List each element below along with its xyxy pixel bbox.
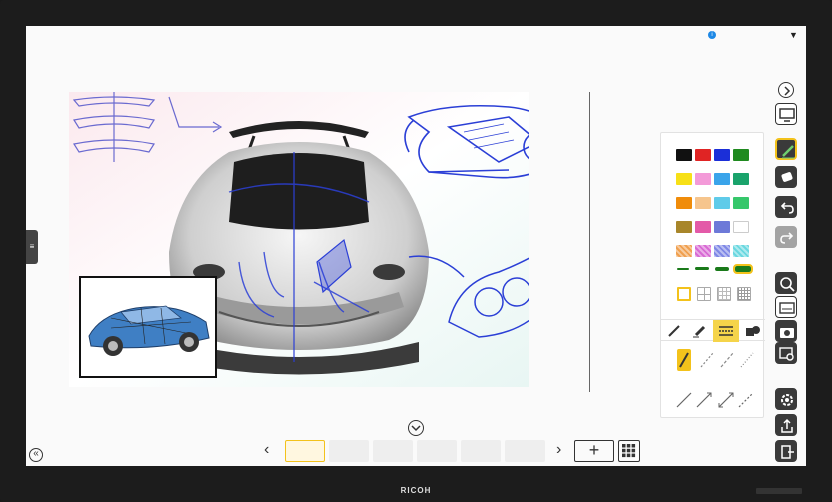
thickness-option-1[interactable] xyxy=(677,268,689,270)
color-swatch[interactable] xyxy=(695,173,711,185)
color-swatch[interactable] xyxy=(714,173,730,185)
page-thumbnail[interactable] xyxy=(505,440,545,462)
pen-style-row xyxy=(675,347,755,373)
color-swatch[interactable] xyxy=(695,149,711,161)
tool-tabs xyxy=(661,319,765,342)
engine-cutaway-inset[interactable] xyxy=(79,276,217,378)
pen-settings-palette xyxy=(660,132,765,418)
display-icon[interactable] xyxy=(775,103,797,125)
add-page-button[interactable]: + xyxy=(574,440,614,462)
zoom-icon[interactable] xyxy=(775,272,797,294)
color-swatch[interactable] xyxy=(676,173,692,185)
thickness-option-4[interactable] xyxy=(733,264,753,274)
page-thumbnail[interactable] xyxy=(285,440,325,462)
color-swatch[interactable] xyxy=(714,245,730,257)
undo-icon[interactable] xyxy=(775,196,797,218)
thickness-option-3[interactable] xyxy=(715,267,729,271)
pattern-grid-fine[interactable] xyxy=(737,287,751,301)
share-icon[interactable] xyxy=(775,414,797,436)
page-thumbnail[interactable] xyxy=(329,440,369,462)
pen-tool-icon[interactable] xyxy=(661,320,687,342)
info-icon[interactable]: i xyxy=(708,31,716,39)
pattern-solid[interactable] xyxy=(677,287,691,301)
pen-style-4[interactable] xyxy=(740,352,754,368)
arrow-style-1[interactable] xyxy=(676,392,692,408)
arrow-style-4[interactable] xyxy=(738,392,754,408)
whiteboard-screen: i ▼ ≡ ‹ › + « xyxy=(26,26,806,466)
pen-style-3[interactable] xyxy=(720,352,734,368)
color-swatch[interactable] xyxy=(676,221,692,233)
color-swatch[interactable] xyxy=(695,245,711,257)
color-swatch[interactable] xyxy=(714,221,730,233)
color-swatch[interactable] xyxy=(733,197,749,209)
color-swatch[interactable] xyxy=(733,245,749,257)
line-thickness-row xyxy=(675,264,753,275)
color-swatch[interactable] xyxy=(676,149,692,161)
marker-tool-icon[interactable] xyxy=(687,320,713,342)
engine-cutaway-image xyxy=(81,278,215,376)
left-panel-handle[interactable]: ≡ xyxy=(26,230,38,264)
redo-icon[interactable] xyxy=(775,226,797,248)
pen-icon[interactable] xyxy=(775,138,797,160)
pen-style-2[interactable] xyxy=(700,352,714,368)
thickness-option-2[interactable] xyxy=(695,267,709,270)
color-swatch[interactable] xyxy=(695,197,711,209)
line-style-icon[interactable] xyxy=(713,320,739,342)
prev-page-icon[interactable]: ‹ xyxy=(264,442,269,458)
color-swatch[interactable] xyxy=(733,149,749,161)
color-swatch[interactable] xyxy=(733,221,749,233)
right-toolbar xyxy=(775,76,799,466)
color-swatch[interactable] xyxy=(676,197,692,209)
page-thumbnail[interactable] xyxy=(461,440,501,462)
capture-icon[interactable] xyxy=(775,342,797,364)
settings-icon[interactable] xyxy=(775,388,797,410)
arrow-style-3[interactable] xyxy=(718,392,734,408)
canvas-divider xyxy=(589,92,590,392)
page-navigation-bar: ‹ › + xyxy=(26,434,806,466)
screenshot-icon[interactable] xyxy=(775,296,797,318)
collapse-icon[interactable] xyxy=(778,82,794,98)
color-swatch[interactable] xyxy=(733,173,749,185)
page-grid-icon[interactable] xyxy=(618,440,640,462)
shape-tool-icon[interactable] xyxy=(739,320,765,342)
bezel-ports xyxy=(756,488,802,494)
color-swatch[interactable] xyxy=(714,197,730,209)
color-swatch[interactable] xyxy=(695,221,711,233)
pattern-grid-small[interactable] xyxy=(697,287,711,301)
eraser-icon[interactable] xyxy=(775,166,797,188)
page-thumbnail[interactable] xyxy=(417,440,457,462)
color-swatch[interactable] xyxy=(714,149,730,161)
next-page-icon[interactable]: › xyxy=(556,442,561,458)
caret-down-icon[interactable]: ▼ xyxy=(789,30,798,40)
pattern-grid-dense[interactable] xyxy=(717,287,731,301)
arrow-style-row xyxy=(675,387,755,411)
page-thumbnail[interactable] xyxy=(373,440,413,462)
camera-icon[interactable] xyxy=(775,320,797,342)
double-chevron-left-icon[interactable]: « xyxy=(29,448,43,462)
brand-logo: RICOH xyxy=(400,486,432,495)
color-swatch[interactable] xyxy=(676,245,692,257)
arrow-style-2[interactable] xyxy=(696,392,712,408)
